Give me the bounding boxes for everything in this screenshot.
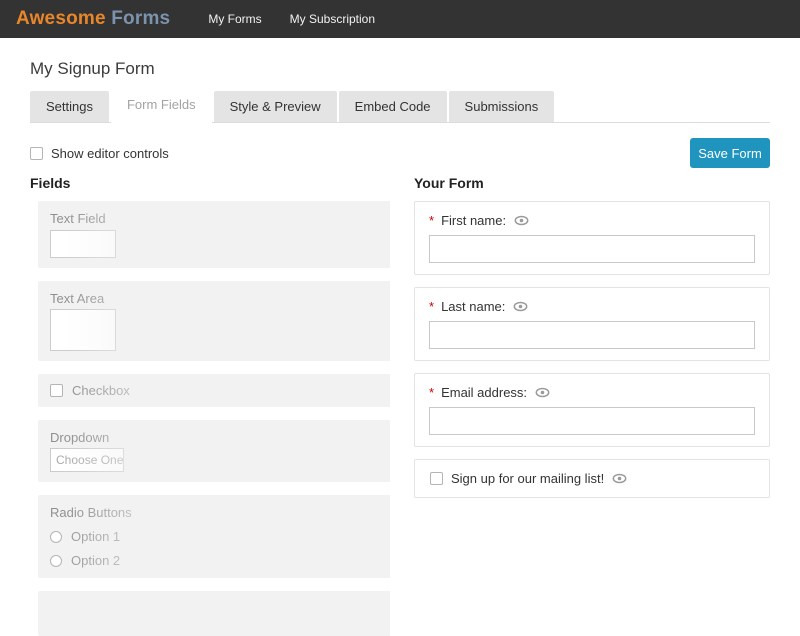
template-label: Checkbox (72, 383, 130, 398)
show-editor-controls-toggle[interactable]: Show editor controls (30, 146, 169, 161)
page-title: My Signup Form (30, 58, 770, 79)
form-field-label: Email address: (441, 385, 527, 400)
save-form-button[interactable]: Save Form (690, 138, 770, 168)
field-template-partial[interactable] (38, 591, 390, 636)
field-template-checkbox[interactable]: Checkbox (38, 374, 390, 407)
tab-bar: Settings Form Fields Style & Preview Emb… (30, 89, 770, 123)
fields-panel: Fields Text Field Text Area Checkbox (30, 176, 390, 636)
template-text-input-preview (50, 230, 116, 258)
field-template-dropdown[interactable]: Dropdown Choose One (38, 420, 390, 482)
form-field-label: Sign up for our mailing list! (451, 471, 604, 486)
required-marker: * (429, 385, 434, 400)
your-form-heading: Your Form (414, 176, 770, 191)
radio-option-label: Option 2 (71, 553, 120, 568)
visibility-eye-icon[interactable] (612, 473, 627, 484)
tab-submissions[interactable]: Submissions (449, 91, 555, 122)
tab-settings[interactable]: Settings (30, 91, 109, 122)
form-field-first-name[interactable]: * First name: (414, 201, 770, 275)
field-template-text-field[interactable]: Text Field (38, 201, 390, 268)
template-checkbox-preview (50, 384, 63, 397)
brand-secondary: Forms (111, 8, 170, 29)
mailing-list-checkbox[interactable] (430, 472, 443, 485)
field-template-list: Text Field Text Area Checkbox Dropdown (30, 201, 390, 636)
visibility-eye-icon[interactable] (513, 301, 528, 312)
toolbar: Show editor controls Save Form (30, 138, 770, 168)
form-field-mailing-list[interactable]: Sign up for our mailing list! (414, 459, 770, 498)
tab-style-preview[interactable]: Style & Preview (214, 91, 337, 122)
nav-item-my-forms[interactable]: My Forms (194, 8, 275, 30)
brand-logo[interactable]: Awesome Forms (16, 8, 170, 30)
field-template-text-area[interactable]: Text Area (38, 281, 390, 361)
form-field-label: First name: (441, 213, 506, 228)
tab-embed-code[interactable]: Embed Code (339, 91, 447, 122)
show-editor-controls-checkbox[interactable] (30, 147, 43, 160)
template-label: Text Field (50, 211, 378, 226)
template-label: Text Area (50, 291, 378, 306)
your-form-panel: Your Form * First name: * Last name: (414, 176, 770, 636)
brand-primary: Awesome (16, 8, 106, 29)
template-radio-option: Option 2 (50, 553, 378, 568)
first-name-input[interactable] (429, 235, 755, 263)
top-navbar: Awesome Forms My Forms My Subscription (0, 0, 800, 38)
field-template-radio-buttons[interactable]: Radio Buttons Option 1 Option 2 (38, 495, 390, 578)
navbar-links: My Forms My Subscription (194, 8, 389, 30)
nav-item-my-subscription[interactable]: My Subscription (276, 8, 389, 30)
radio-option-label: Option 1 (71, 529, 120, 544)
show-editor-controls-label: Show editor controls (51, 146, 169, 161)
form-field-email-address[interactable]: * Email address: (414, 373, 770, 447)
fields-panel-heading: Fields (30, 176, 390, 191)
template-select-value: Choose One (56, 453, 123, 467)
tab-form-fields[interactable]: Form Fields (111, 89, 212, 124)
email-address-input[interactable] (429, 407, 755, 435)
last-name-input[interactable] (429, 321, 755, 349)
radio-icon (50, 555, 62, 567)
template-radio-option: Option 1 (50, 529, 378, 544)
template-label: Dropdown (50, 430, 378, 445)
visibility-eye-icon[interactable] (514, 215, 529, 226)
radio-icon (50, 531, 62, 543)
form-field-label: Last name: (441, 299, 505, 314)
form-field-last-name[interactable]: * Last name: (414, 287, 770, 361)
required-marker: * (429, 299, 434, 314)
required-marker: * (429, 213, 434, 228)
template-select-preview: Choose One (50, 448, 124, 472)
builder-columns: Fields Text Field Text Area Checkbox (30, 176, 770, 636)
main-content: My Signup Form Settings Form Fields Styl… (30, 58, 770, 636)
template-textarea-preview (50, 309, 116, 351)
template-label: Radio Buttons (50, 505, 378, 520)
visibility-eye-icon[interactable] (535, 387, 550, 398)
